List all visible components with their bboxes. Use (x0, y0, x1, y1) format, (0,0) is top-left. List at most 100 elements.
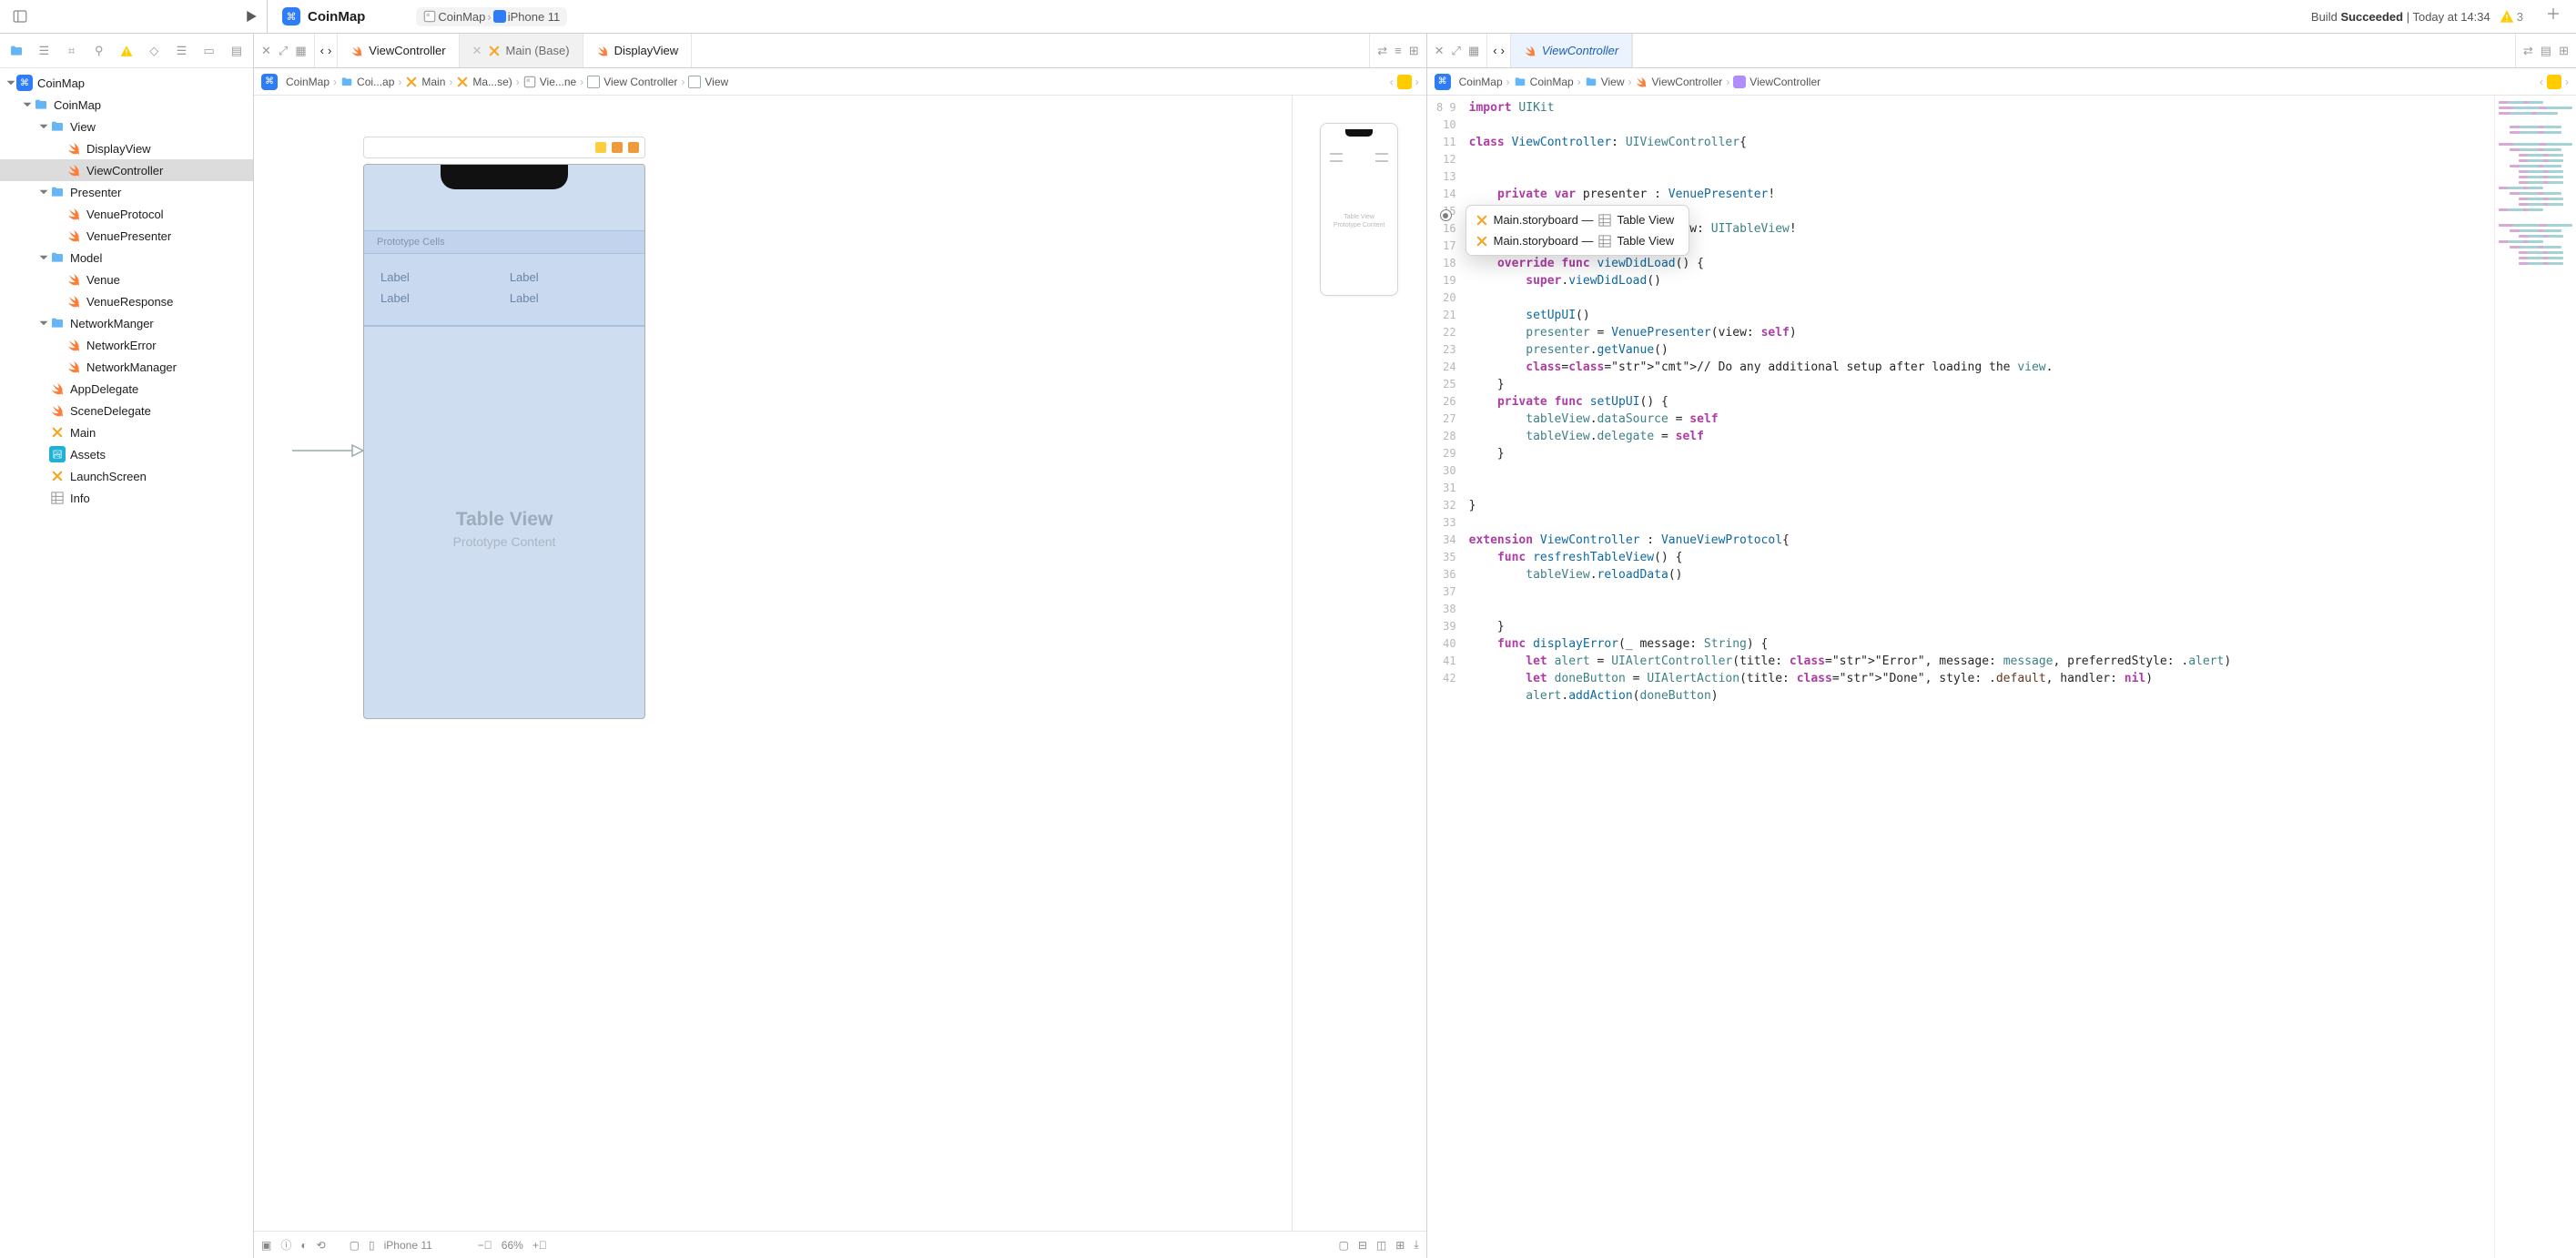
jump-bar-right[interactable]: ⌘CoinMap› CoinMap› View› ViewController›… (1427, 68, 2576, 96)
cell-label[interactable]: Label (380, 291, 410, 305)
connection-row[interactable]: Main.storyboard — Table View (1466, 230, 1689, 251)
jump-warning-icon[interactable] (1397, 75, 1412, 89)
code-minimap[interactable] (2494, 96, 2576, 1258)
tree-project-root[interactable]: ⌘CoinMap (0, 72, 253, 94)
navigator-tab-breakpoints[interactable]: ▭ (200, 41, 218, 61)
nav-forward-button[interactable]: › (328, 44, 331, 57)
cell-label[interactable]: Label (510, 270, 539, 284)
cell-label[interactable]: Label (380, 270, 410, 284)
ib-document-outline[interactable]: Table ViewPrototype Content (1292, 96, 1426, 1231)
orientation-button[interactable]: ⟲ (317, 1239, 326, 1252)
tree-group-coinmap[interactable]: CoinMap (0, 94, 253, 116)
tree-group-view[interactable]: View (0, 116, 253, 137)
constraints-button-5[interactable]: ⤓ (1414, 1238, 1418, 1252)
toggle-left-sidebar-button[interactable] (11, 7, 29, 25)
nav-forward-button[interactable]: › (1501, 44, 1505, 57)
navigator-tab-symbols[interactable]: ⌗ (62, 41, 80, 61)
tree-group-presenter[interactable]: Presenter (0, 181, 253, 203)
constraints-button-2[interactable]: ⊟ (1358, 1239, 1367, 1252)
file-tree[interactable]: ⌘CoinMap CoinMap View DisplayView ViewCo… (0, 68, 253, 1258)
jump-bar-left[interactable]: ⌘CoinMap› Coi...ap› Main› Ma...se)› Vie.… (254, 68, 1426, 96)
navigator-tab-reports[interactable]: ▤ (228, 41, 246, 61)
navigator-tab-source-control[interactable]: ☰ (35, 41, 53, 61)
tree-file-scenedelegate[interactable]: SceneDelegate (0, 400, 253, 421)
cell-label[interactable]: Label (510, 291, 539, 305)
close-editor-button[interactable]: ✕ (261, 44, 271, 58)
tab-viewcontroller[interactable]: ViewController (338, 34, 459, 67)
tableview-placeholder[interactable]: Table View Prototype Content (364, 509, 644, 549)
tree-file-info-plist[interactable]: Info (0, 487, 253, 509)
tree-file-main-storyboard[interactable]: Main (0, 421, 253, 443)
jump-warning-icon[interactable] (2547, 75, 2561, 89)
device-label[interactable]: iPhone 11 (384, 1239, 432, 1252)
tree-file-networkerror[interactable]: NetworkError (0, 334, 253, 356)
constraints-button-3[interactable]: ◫ (1376, 1239, 1386, 1252)
constraints-button-1[interactable]: ▢ (1339, 1239, 1349, 1252)
close-icon[interactable]: ✕ (472, 44, 482, 58)
jump-back[interactable]: ‹ (1390, 76, 1394, 88)
navigator-tab-find[interactable]: ⚲ (90, 41, 108, 61)
navigator-tab-tests[interactable]: ◇ (145, 41, 163, 61)
ib-canvas[interactable]: Prototype Cells LabelLabel LabelLabel Ta… (254, 96, 1292, 1231)
add-split-button[interactable]: ⊞ (1409, 44, 1419, 58)
appearance-button[interactable]: ◐ (300, 1239, 307, 1252)
tree-file-assets[interactable]: 🏞Assets (0, 443, 253, 465)
tab-displayview[interactable]: DisplayView (583, 34, 693, 67)
counterpart-button[interactable]: ⇄ (1377, 44, 1387, 58)
jump-forward[interactable]: › (1415, 76, 1419, 88)
scheme-selector[interactable]: CoinMap › iPhone 11 (416, 7, 567, 26)
editor-fullscreen-button[interactable]: ⤢ (279, 44, 288, 58)
assistant-button[interactable]: ⓘ (280, 1237, 291, 1253)
minimap-scene[interactable]: Table ViewPrototype Content (1320, 123, 1398, 296)
tree-file-venueresponse[interactable]: VenueResponse (0, 290, 253, 312)
navigator-tab-project[interactable] (7, 41, 25, 61)
run-button[interactable] (241, 7, 259, 25)
tree-file-appdelegate[interactable]: AppDelegate (0, 378, 253, 400)
tree-file-venueprotocol[interactable]: VenueProtocol (0, 203, 253, 225)
outline-toggle-button[interactable]: ▣ (261, 1239, 271, 1252)
adjust-editor-button[interactable]: ▤ (2541, 44, 2551, 58)
add-split-button[interactable]: ⊞ (2559, 44, 2569, 58)
ib-scene-viewcontroller[interactable]: Prototype Cells LabelLabel LabelLabel Ta… (363, 137, 645, 692)
outlet-connections-popup[interactable]: Main.storyboard — Table View Main.storyb… (1465, 205, 1689, 256)
scene-header-icon-1[interactable] (595, 142, 606, 153)
zoom-level[interactable]: 66% (502, 1239, 523, 1252)
jump-back[interactable]: ‹ (2540, 76, 2543, 88)
jump-forward[interactable]: › (2565, 76, 2569, 88)
nav-back-button[interactable]: ‹ (1493, 44, 1496, 57)
device-phone-button[interactable]: ▯ (369, 1239, 375, 1252)
device-bar-button[interactable]: ▢ (350, 1239, 360, 1252)
zoom-in-button[interactable]: +⃝ (532, 1239, 547, 1252)
tree-file-viewcontroller[interactable]: ViewController (0, 159, 253, 181)
code-content[interactable]: import UIKit class ViewController: UIVie… (1464, 96, 2494, 1258)
warnings-indicator[interactable]: 3 (2500, 9, 2523, 24)
tab-viewcontroller-assistant[interactable]: ViewController (1511, 34, 1632, 67)
editor-fullscreen-button[interactable]: ⤢ (1452, 44, 1461, 58)
library-button[interactable] (2545, 5, 2561, 27)
tree-file-launchscreen[interactable]: LaunchScreen (0, 465, 253, 487)
close-editor-button[interactable]: ✕ (1435, 44, 1445, 58)
adjust-editor-button[interactable]: ≡ (1394, 44, 1402, 57)
tree-file-venuepresenter[interactable]: VenuePresenter (0, 225, 253, 247)
source-editor[interactable]: 8 9 10 11 12 13 14 15 16 17 18 19 20 21 … (1427, 96, 2576, 1258)
scene-header-icon-3[interactable] (628, 142, 639, 153)
tree-file-networkmanager[interactable]: NetworkManager (0, 356, 253, 378)
tree-group-network[interactable]: NetworkManger (0, 312, 253, 334)
tree-file-venue[interactable]: Venue (0, 269, 253, 290)
editor-grid-button[interactable]: ▦ (295, 44, 306, 58)
navigator-tab-debug[interactable]: ☰ (172, 41, 190, 61)
navigator-tab-issues[interactable] (117, 41, 136, 61)
counterpart-button[interactable]: ⇄ (2523, 44, 2533, 58)
prototype-cell[interactable]: Label Label Label Label (364, 254, 644, 327)
scene-header-icon-2[interactable] (612, 142, 623, 153)
tab-main-base[interactable]: ✕Main (Base) (460, 34, 583, 67)
constraints-button-4[interactable]: ⊞ (1395, 1239, 1405, 1252)
nav-back-button[interactable]: ‹ (320, 44, 324, 57)
editor-grid-button[interactable]: ▦ (1468, 44, 1479, 58)
connection-row[interactable]: Main.storyboard — Table View (1466, 209, 1689, 230)
scene-header-bar[interactable] (363, 137, 645, 158)
zoom-out-button[interactable]: −⃝ (478, 1239, 492, 1252)
tree-group-model[interactable]: Model (0, 247, 253, 269)
tree-file-displayview[interactable]: DisplayView (0, 137, 253, 159)
iboutlet-gutter-indicator[interactable] (1440, 209, 1452, 221)
